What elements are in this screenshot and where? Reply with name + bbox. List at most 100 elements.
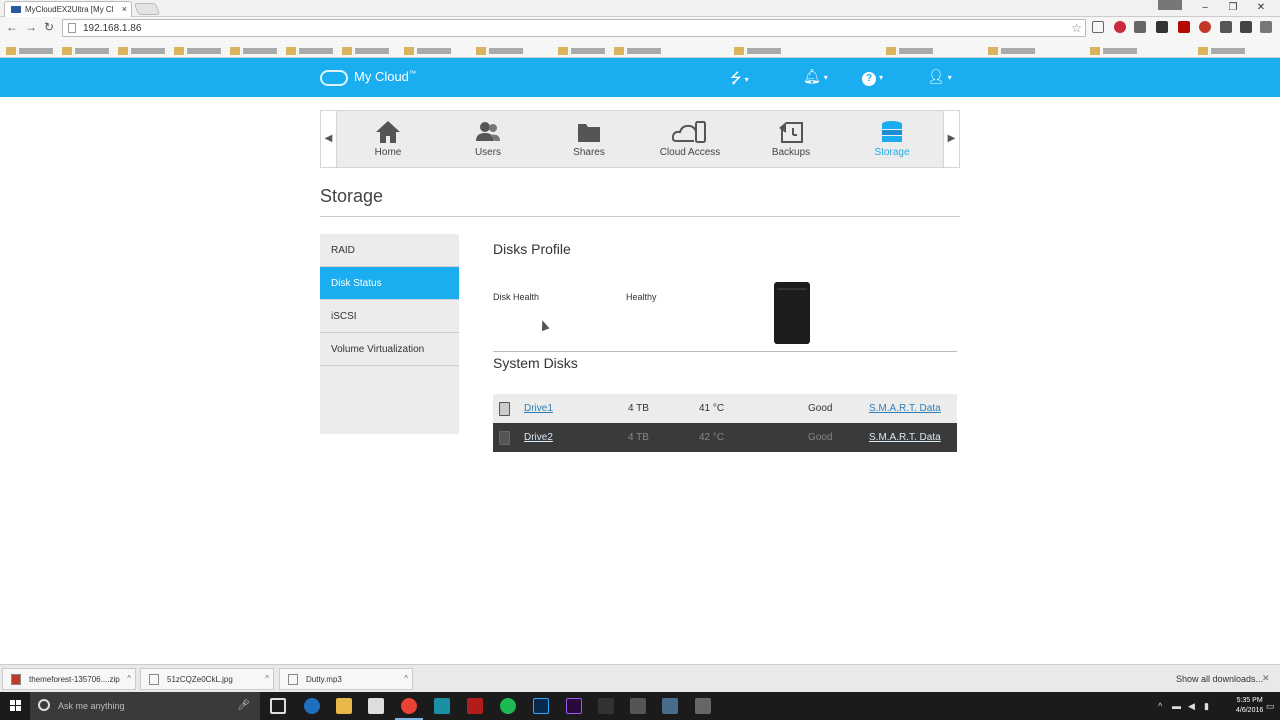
nav-cloud-access[interactable]: Cloud Access <box>640 111 740 167</box>
cast-icon[interactable] <box>1092 21 1104 33</box>
user-menu-button[interactable]: 👤︎ ▾ <box>927 68 952 85</box>
volume-icon[interactable]: ◀ <box>1188 701 1195 712</box>
windows-start-icon[interactable] <box>10 700 22 712</box>
premiere-icon[interactable] <box>566 698 582 714</box>
table-row[interactable]: Drive1 4 TB 41 °C Good S.M.A.R.T. Data <box>493 394 957 423</box>
bookmark-item[interactable] <box>230 42 280 55</box>
show-all-downloads-link[interactable]: Show all downloads... <box>1176 674 1263 684</box>
help-menu-button[interactable]: ? ▾ <box>862 68 883 86</box>
task-view-icon[interactable] <box>270 698 286 714</box>
bookmark-item[interactable] <box>342 42 392 55</box>
app-icon[interactable] <box>695 698 711 714</box>
pdf-icon[interactable] <box>1178 21 1190 33</box>
bookmark-item[interactable] <box>886 42 936 55</box>
bookmark-item[interactable] <box>118 42 168 55</box>
bookmark-item[interactable] <box>286 42 336 55</box>
reddit-icon[interactable] <box>1240 21 1252 33</box>
download-item[interactable]: 51zCQZe0CkL.jpg ^ <box>140 668 274 690</box>
nav-label: Shares <box>573 147 605 158</box>
browser-tab[interactable]: MyCloudEX2Ultra [My Cl × <box>4 1 132 17</box>
pinterest-icon[interactable] <box>1114 21 1126 33</box>
nav-backups[interactable]: Backups <box>741 111 841 167</box>
bookmark-item[interactable] <box>476 42 526 55</box>
app-icon[interactable] <box>630 698 646 714</box>
chrome-icon[interactable] <box>395 698 423 720</box>
nav-shares[interactable]: Shares <box>539 111 639 167</box>
music-icon[interactable] <box>1156 21 1168 33</box>
taskbar-search[interactable]: Ask me anything 🎤︎ <box>30 692 260 720</box>
menu-icon[interactable] <box>1260 21 1272 33</box>
storage-icon <box>882 121 902 142</box>
adblock-icon[interactable] <box>1199 21 1211 33</box>
spotify-icon[interactable] <box>500 698 516 714</box>
nav-prev-arrow-icon[interactable]: ◀ <box>321 111 337 167</box>
nav-storage[interactable]: Storage <box>842 111 942 167</box>
new-tab-button[interactable] <box>133 3 161 15</box>
sidebar-item-volume-virtualization[interactable]: Volume Virtualization <box>320 333 459 366</box>
taskbar: Ask me anything 🎤︎ ^ ▬ ◀ ▮ 5:35 PM 4/6/2… <box>0 692 1280 720</box>
app-icon[interactable] <box>662 698 678 714</box>
bookmark-item[interactable] <box>6 42 56 55</box>
maximize-button[interactable]: ❐ <box>1218 0 1248 17</box>
usb-menu-button[interactable]: ⭍ ▾ <box>730 68 749 92</box>
camera-icon[interactable] <box>1134 21 1146 33</box>
forward-arrow-icon[interactable]: → <box>25 20 37 34</box>
bookmark-star-icon[interactable]: ☆ <box>1071 21 1082 35</box>
sidebar-item-iscsi[interactable]: iSCSI <box>320 300 459 333</box>
notifications-icon[interactable]: ▭ <box>1266 701 1275 712</box>
drive-name-link[interactable]: Drive1 <box>524 403 553 414</box>
download-item[interactable]: themeforest-135706....zip ^ <box>2 668 136 690</box>
app-icon[interactable] <box>434 698 450 714</box>
bookmark-item[interactable] <box>558 42 608 55</box>
download-item[interactable]: Dutty.mp3 ^ <box>279 668 413 690</box>
notifications-menu-button[interactable]: 🔔︎ ▾ <box>803 68 828 85</box>
address-bar[interactable]: 192.168.1.86 ☆ <box>62 19 1086 37</box>
file-explorer-icon[interactable] <box>336 698 352 714</box>
chevron-up-icon[interactable]: ^ <box>1158 701 1162 711</box>
battery-icon[interactable]: ▮ <box>1204 701 1209 712</box>
window-close-button[interactable]: ✕ <box>1246 0 1276 17</box>
table-row[interactable]: Drive2 4 TB 42 °C Good S.M.A.R.T. Data <box>493 423 957 452</box>
edge-icon[interactable] <box>304 698 320 714</box>
microphone-icon[interactable]: 🎤︎ <box>237 700 250 711</box>
audio-file-icon <box>288 674 298 685</box>
folder-icon <box>1198 47 1208 55</box>
minimize-button[interactable]: – <box>1190 0 1220 17</box>
nav-users[interactable]: Users <box>438 111 538 167</box>
system-clock[interactable]: 5:35 PM 4/6/2016 <box>1236 696 1263 716</box>
nav-home[interactable]: Home <box>338 111 438 167</box>
filezilla-icon[interactable] <box>467 698 483 714</box>
chevron-up-icon[interactable]: ^ <box>404 674 408 683</box>
back-arrow-icon[interactable]: ← <box>6 20 18 34</box>
chevron-up-icon[interactable]: ^ <box>265 674 269 683</box>
profile-badge[interactable] <box>1158 0 1182 10</box>
reload-icon[interactable]: ↻ <box>44 20 54 34</box>
brand-logo[interactable]: My Cloud™ <box>320 69 416 86</box>
app-icon[interactable] <box>598 698 614 714</box>
nav-label: Storage <box>874 147 910 158</box>
bookmark-item[interactable] <box>1090 42 1140 55</box>
bookmark-item[interactable] <box>404 42 454 55</box>
drive-name-link[interactable]: Drive2 <box>524 432 553 443</box>
photoshop-icon[interactable] <box>533 698 549 714</box>
bookmark-item[interactable] <box>988 42 1038 55</box>
store-icon[interactable] <box>368 698 384 714</box>
sidebar-item-disk-status[interactable]: Disk Status <box>320 267 459 300</box>
tab-close-icon[interactable]: × <box>122 4 127 14</box>
url-text: 192.168.1.86 <box>83 23 142 34</box>
cortana-icon <box>38 699 50 711</box>
folder-icon <box>342 47 352 55</box>
bookmark-item[interactable] <box>62 42 112 55</box>
bookmark-item[interactable] <box>174 42 224 55</box>
close-icon[interactable]: ✕ <box>1262 673 1270 684</box>
smart-data-link[interactable]: S.M.A.R.T. Data <box>869 403 941 414</box>
extension-icon[interactable] <box>1220 21 1232 33</box>
chevron-up-icon[interactable]: ^ <box>127 674 131 683</box>
bookmark-item[interactable] <box>614 42 664 55</box>
sidebar-item-raid[interactable]: RAID <box>320 234 459 267</box>
bookmark-item[interactable] <box>734 42 784 55</box>
nav-next-arrow-icon[interactable]: ▶ <box>943 111 959 167</box>
smart-data-link[interactable]: S.M.A.R.T. Data <box>869 432 941 443</box>
bookmark-item[interactable] <box>1198 42 1248 55</box>
network-icon[interactable]: ▬ <box>1172 701 1181 711</box>
